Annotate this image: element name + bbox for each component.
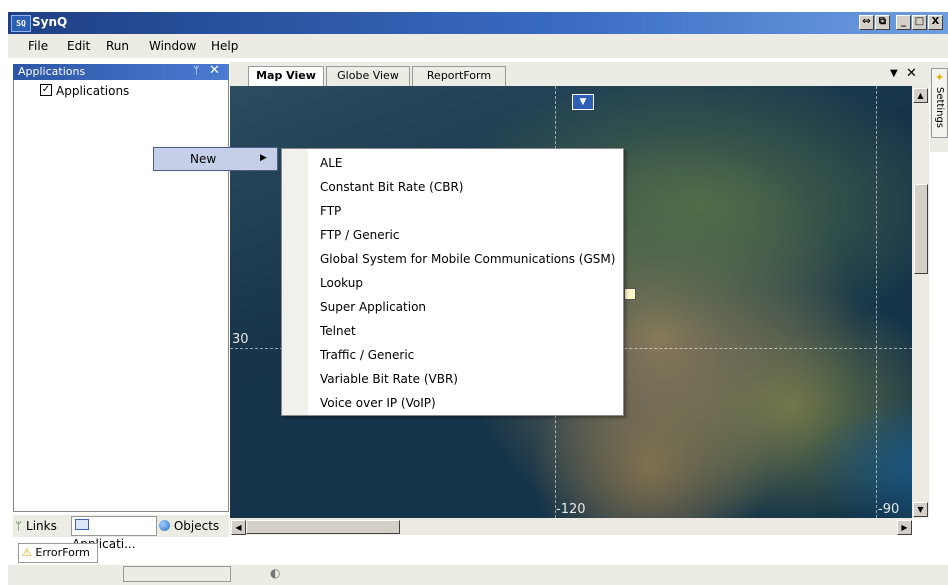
left-panel-tabs: ᛘ Links Applicati... Objects bbox=[13, 515, 229, 551]
links-icon: ᛘ bbox=[15, 519, 23, 533]
tab-reportform[interactable]: ReportForm bbox=[412, 66, 506, 86]
new-submenu: ALE Constant Bit Rate (CBR) FTP FTP / Ge… bbox=[281, 148, 624, 416]
tab-applications[interactable]: Applicati... bbox=[71, 516, 157, 551]
maximize-button[interactable]: □ bbox=[912, 15, 927, 30]
longitude-label: -90 bbox=[878, 502, 900, 517]
scroll-up-icon[interactable]: ▲ bbox=[913, 88, 928, 103]
tab-close-icon[interactable]: ✕ bbox=[906, 66, 917, 81]
tab-settings[interactable]: ✦ Settings bbox=[931, 68, 948, 138]
settings-icon: ✦ bbox=[935, 71, 945, 84]
tab-objects-label: Objects bbox=[173, 519, 220, 533]
minimize-button[interactable]: _ bbox=[896, 15, 911, 30]
restore-icon[interactable]: ⧉ bbox=[875, 15, 890, 30]
map-node-icon[interactable] bbox=[624, 288, 636, 300]
tree-item-applications[interactable]: Applications bbox=[56, 84, 129, 98]
dock-icon[interactable]: ⇔ bbox=[859, 15, 874, 30]
longitude-label: -120 bbox=[556, 502, 586, 517]
menu-edit[interactable]: Edit bbox=[67, 39, 90, 53]
menu-file[interactable]: File bbox=[28, 39, 48, 53]
submenu-gutter bbox=[282, 149, 308, 415]
status-field bbox=[123, 566, 231, 582]
applications-tab-icon bbox=[75, 519, 89, 530]
submenu-item-traffic-generic[interactable]: Traffic / Generic bbox=[320, 348, 414, 362]
vertical-scroll-thumb[interactable] bbox=[914, 184, 928, 274]
submenu-item-ftp-generic[interactable]: FTP / Generic bbox=[320, 228, 399, 242]
submenu-item-cbr[interactable]: Constant Bit Rate (CBR) bbox=[320, 180, 464, 194]
submenu-item-ale[interactable]: ALE bbox=[320, 156, 342, 170]
latitude-label: 30 bbox=[232, 332, 249, 347]
scroll-left-icon[interactable]: ◀ bbox=[231, 520, 246, 535]
status-indicator-icon: ◐ bbox=[270, 566, 281, 580]
close-button[interactable]: X bbox=[928, 15, 943, 30]
menu-help[interactable]: Help bbox=[211, 39, 238, 53]
submenu-item-ftp[interactable]: FTP bbox=[320, 204, 341, 218]
panel-title: Applications bbox=[18, 65, 86, 78]
title-bar: SQ SynQ ⇔ ⧉ _ □ X bbox=[8, 12, 948, 34]
tab-globe-view[interactable]: Globe View bbox=[326, 66, 410, 86]
tab-links[interactable]: ᛘ Links bbox=[15, 517, 57, 535]
applications-tree: ✓ Applications bbox=[13, 80, 229, 512]
submenu-item-lookup[interactable]: Lookup bbox=[320, 276, 363, 290]
app-logo-icon: SQ bbox=[11, 15, 31, 32]
window-title: SynQ bbox=[32, 15, 68, 29]
new-menu-label: New bbox=[190, 152, 217, 166]
horizontal-scroll-thumb[interactable] bbox=[246, 520, 400, 534]
submenu-arrow-icon: ▶ bbox=[260, 153, 267, 163]
scroll-right-icon[interactable]: ▶ bbox=[897, 520, 912, 535]
tab-errorform-label: ErrorForm bbox=[35, 546, 90, 559]
menu-run[interactable]: Run bbox=[106, 39, 129, 53]
panel-close-icon[interactable]: ✕ bbox=[209, 63, 220, 78]
map-options-dropdown-icon[interactable]: ▼ bbox=[572, 94, 594, 110]
scroll-down-icon[interactable]: ▼ bbox=[913, 502, 928, 517]
submenu-item-voip[interactable]: Voice over IP (VoIP) bbox=[320, 396, 436, 410]
submenu-item-vbr[interactable]: Variable Bit Rate (VBR) bbox=[320, 372, 458, 386]
submenu-item-gsm[interactable]: Global System for Mobile Communications … bbox=[320, 252, 615, 266]
tab-links-label: Links bbox=[26, 519, 57, 533]
submenu-item-telnet[interactable]: Telnet bbox=[320, 324, 356, 338]
context-menu-new[interactable]: New ▶ bbox=[153, 147, 278, 171]
tab-errorform[interactable]: ⚠ ErrorForm bbox=[18, 543, 98, 563]
warning-icon: ⚠ bbox=[22, 546, 32, 559]
menu-bar: File Edit Run Window Help bbox=[8, 34, 948, 58]
settings-tab-label: Settings bbox=[934, 87, 945, 129]
tab-objects[interactable]: Objects bbox=[159, 517, 219, 535]
menu-window[interactable]: Window bbox=[149, 39, 196, 53]
tab-list-dropdown-icon[interactable]: ▼ bbox=[890, 68, 898, 79]
globe-icon bbox=[159, 520, 170, 531]
pin-icon[interactable]: ᛘ bbox=[193, 64, 200, 77]
document-tabs: Map View Globe View ReportForm ▼ ✕ bbox=[230, 62, 936, 86]
tab-map-view[interactable]: Map View bbox=[248, 66, 324, 86]
applications-panel-header: Applications ᛘ ✕ bbox=[13, 63, 229, 80]
submenu-item-super-application[interactable]: Super Application bbox=[320, 300, 426, 314]
applications-checkbox[interactable]: ✓ bbox=[40, 84, 52, 96]
vertical-scrollbar[interactable] bbox=[912, 86, 929, 518]
meridian-line bbox=[876, 86, 877, 518]
